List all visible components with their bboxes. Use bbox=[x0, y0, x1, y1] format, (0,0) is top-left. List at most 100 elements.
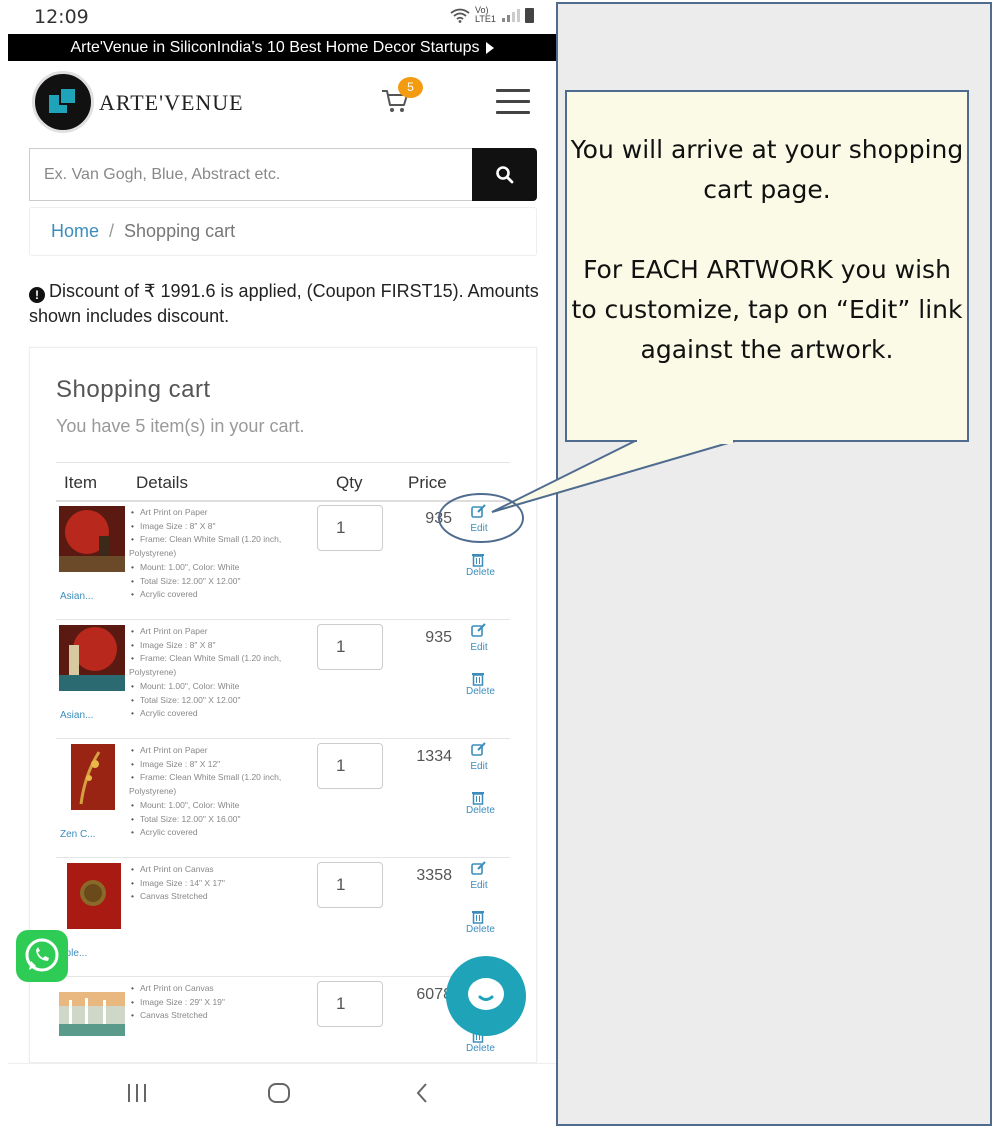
delete-link[interactable]: Delete bbox=[466, 671, 506, 697]
cart-row: Art Print on Canvas Image Size : 29" X 1… bbox=[56, 978, 510, 1062]
brand-name[interactable]: ARTE'VENUE bbox=[99, 90, 244, 116]
column-header-item: Item bbox=[64, 473, 98, 492]
artwork-thumbnail[interactable] bbox=[59, 863, 125, 929]
edit-link[interactable]: Edit bbox=[466, 861, 492, 891]
item-price: 935 bbox=[425, 629, 452, 646]
detail-line: Canvas Stretched bbox=[129, 890, 299, 904]
detail-line: Mount: 1.00", Color: White bbox=[129, 799, 299, 813]
artwork-thumbnail[interactable] bbox=[59, 744, 125, 810]
detail-line: Image Size : 14" X 17" bbox=[129, 877, 299, 891]
chat-widget-button[interactable] bbox=[446, 956, 526, 1036]
callout-paragraph-2: For EACH ARTWORK you wish to customize, … bbox=[571, 255, 963, 364]
detail-line: Image Size : 8" X 8" bbox=[129, 639, 299, 653]
status-icons: Vo) LTE1 bbox=[450, 6, 534, 24]
breadcrumb-home-link[interactable]: Home bbox=[51, 221, 99, 242]
delete-label: Delete bbox=[466, 805, 495, 816]
cart-row: Asian... Art Print on Paper Image Size :… bbox=[56, 621, 510, 739]
detail-line: Acrylic covered bbox=[129, 707, 299, 721]
search-bar bbox=[29, 148, 537, 201]
search-icon bbox=[495, 165, 513, 183]
detail-line: Canvas Stretched bbox=[129, 1009, 299, 1023]
callout-paragraph-1: You will arrive at your shopping cart pa… bbox=[570, 135, 964, 204]
play-icon bbox=[485, 41, 494, 54]
status-bar: 12:09 Vo) LTE1 bbox=[8, 0, 556, 34]
quantity-input[interactable]: 1 bbox=[317, 862, 383, 908]
item-price: 3358 bbox=[416, 867, 452, 884]
artwork-caption[interactable]: Asian... bbox=[60, 591, 93, 602]
detail-line: Image Size : 8" X 12" bbox=[129, 758, 299, 772]
logo-icon[interactable] bbox=[32, 71, 94, 133]
delete-label: Delete bbox=[466, 567, 495, 578]
delete-label: Delete bbox=[466, 1043, 495, 1054]
battery-icon bbox=[525, 7, 534, 23]
cart-panel: Shopping cart You have 5 item(s) in your… bbox=[29, 347, 537, 1063]
item-price: 935 bbox=[425, 510, 452, 527]
edit-icon bbox=[471, 504, 486, 518]
quantity-input[interactable]: 1 bbox=[317, 981, 383, 1027]
column-header-price: Price bbox=[408, 473, 447, 492]
detail-line: Mount: 1.00", Color: White bbox=[129, 561, 299, 575]
edit-link[interactable]: Edit bbox=[466, 623, 492, 653]
edit-link[interactable]: Edit bbox=[466, 742, 492, 772]
column-header-qty: Qty bbox=[336, 473, 363, 492]
delete-link[interactable]: Delete bbox=[466, 909, 506, 935]
whatsapp-icon[interactable] bbox=[16, 930, 68, 982]
edit-link[interactable]: Edit bbox=[466, 504, 492, 534]
delete-link[interactable]: Delete bbox=[466, 790, 506, 816]
detail-line: Image Size : 8" X 8" bbox=[129, 520, 299, 534]
detail-line: Art Print on Paper bbox=[129, 506, 299, 520]
trash-icon bbox=[472, 792, 484, 805]
hamburger-menu-icon[interactable] bbox=[496, 89, 530, 115]
edit-label: Edit bbox=[470, 880, 488, 891]
search-button[interactable] bbox=[472, 148, 537, 201]
trash-icon bbox=[472, 673, 484, 686]
detail-line: Image Size : 29" X 19" bbox=[129, 996, 299, 1010]
edit-icon bbox=[471, 742, 486, 756]
promo-banner[interactable]: Arte'Venue in SiliconIndia's 10 Best Hom… bbox=[8, 34, 556, 61]
table-header: Item Details Qty Price bbox=[56, 462, 510, 502]
detail-line: Frame: Clean White Small (1.20 inch, Pol… bbox=[129, 652, 299, 679]
search-input[interactable] bbox=[29, 148, 472, 201]
artwork-thumbnail[interactable] bbox=[59, 506, 125, 572]
recent-apps-icon[interactable] bbox=[125, 1082, 149, 1104]
wifi-icon bbox=[450, 8, 470, 23]
artwork-caption[interactable]: Zen C... bbox=[60, 829, 96, 840]
status-time: 12:09 bbox=[34, 6, 89, 28]
quantity-input[interactable]: 1 bbox=[317, 624, 383, 670]
quantity-input[interactable]: 1 bbox=[317, 505, 383, 551]
signal-icon bbox=[502, 8, 520, 22]
instruction-callout: You will arrive at your shopping cart pa… bbox=[565, 90, 969, 442]
detail-line: Acrylic covered bbox=[129, 826, 299, 840]
phone-screen: 12:09 Vo) LTE1 Arte'Venue in SiliconIndi… bbox=[8, 0, 556, 1127]
delete-label: Delete bbox=[466, 924, 495, 935]
cart-row: Asian... Art Print on Paper Image Size :… bbox=[56, 502, 510, 620]
home-nav-icon[interactable] bbox=[267, 1082, 291, 1104]
discount-text: Discount of ₹ 1991.6 is applied, (Coupon… bbox=[29, 281, 539, 326]
delete-link[interactable]: Delete bbox=[466, 552, 506, 578]
artwork-thumbnail[interactable] bbox=[59, 982, 125, 1048]
chat-icon bbox=[468, 978, 504, 1010]
edit-icon bbox=[471, 623, 486, 637]
breadcrumb: Home / Shopping cart bbox=[29, 207, 537, 256]
cart-row: Zen C... Art Print on Paper Image Size :… bbox=[56, 740, 510, 858]
detail-line: Total Size: 12.00" X 12.00" bbox=[129, 694, 299, 708]
detail-line: Total Size: 12.00" X 16.00" bbox=[129, 813, 299, 827]
item-details: Art Print on Paper Image Size : 8" X 8" … bbox=[129, 506, 299, 602]
cart-title: Shopping cart bbox=[56, 376, 211, 403]
detail-line: Art Print on Canvas bbox=[129, 863, 299, 877]
site-header: ARTE'VENUE 5 bbox=[8, 61, 556, 143]
column-header-details: Details bbox=[136, 473, 188, 492]
artwork-caption[interactable]: Asian... bbox=[60, 710, 93, 721]
quantity-input[interactable]: 1 bbox=[317, 743, 383, 789]
discount-notice: ! Discount of ₹ 1991.6 is applied, (Coupo… bbox=[29, 279, 549, 329]
breadcrumb-separator: / bbox=[109, 221, 115, 241]
item-details: Art Print on Paper Image Size : 8" X 12"… bbox=[129, 744, 299, 840]
artwork-thumbnail[interactable] bbox=[59, 625, 125, 691]
edit-label: Edit bbox=[470, 523, 488, 534]
delete-label: Delete bbox=[466, 686, 495, 697]
item-details: Art Print on Paper Image Size : 8" X 8" … bbox=[129, 625, 299, 721]
cart-count-badge[interactable]: 5 bbox=[398, 77, 423, 98]
detail-line: Art Print on Canvas bbox=[129, 982, 299, 996]
back-nav-icon[interactable] bbox=[413, 1082, 431, 1104]
item-details: Art Print on Canvas Image Size : 14" X 1… bbox=[129, 863, 299, 904]
